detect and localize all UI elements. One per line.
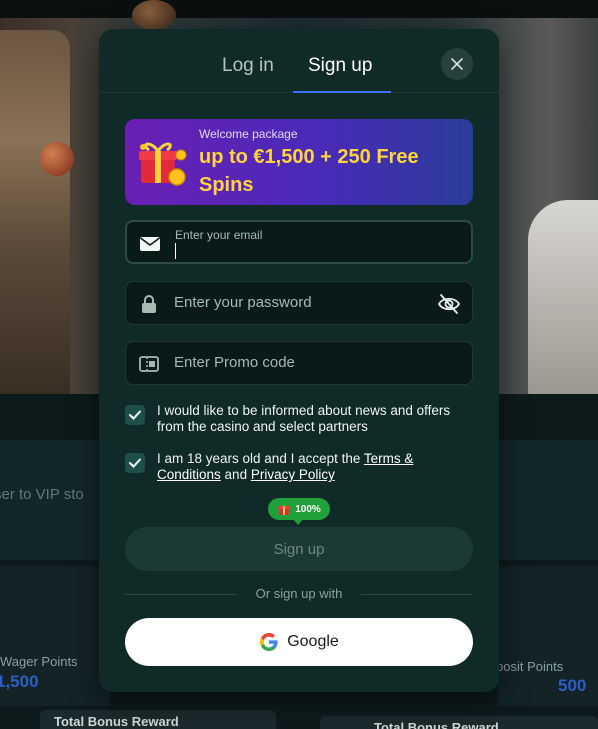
welcome-package-offer: up to €1,500 + 250 Free Spins: [199, 146, 419, 196]
password-placeholder: Enter your password: [174, 294, 312, 311]
newsletter-consent-text: I would like to be informed about news a…: [157, 403, 451, 434]
badge-pointer: [292, 518, 304, 525]
email-field[interactable]: Enter your email: [125, 220, 473, 264]
terms-checkbox[interactable]: [125, 453, 145, 473]
page-top-bar: [0, 0, 598, 18]
terms-consent-text: I am 18 years old and I accept the Terms…: [157, 451, 457, 483]
bonus-progress-badge: 100%: [268, 498, 330, 520]
hero-coin-decoration: [132, 0, 176, 30]
tab-signup[interactable]: Sign up: [308, 55, 372, 77]
eye-off-icon[interactable]: [436, 291, 462, 317]
deposit-points-label: posit Points: [496, 659, 564, 674]
social-divider: Or sign up with: [125, 585, 473, 603]
bonus-progress-value: 100%: [295, 503, 321, 515]
total-bonus-reward-left: Total Bonus Reward: [40, 710, 276, 729]
checkmark-icon: [129, 458, 141, 468]
ticket-icon: [139, 356, 159, 372]
vip-card-right: [498, 440, 598, 560]
google-button-label: Google: [287, 633, 339, 650]
google-signup-button[interactable]: Google: [125, 618, 473, 666]
promo-code-placeholder: Enter Promo code: [174, 354, 295, 371]
envelope-icon: [140, 237, 160, 251]
hero-ball-decoration: [40, 142, 74, 176]
text-caret: [175, 243, 176, 259]
promo-code-field[interactable]: Enter Promo code: [125, 341, 473, 385]
wager-points-value: 1,500: [0, 672, 39, 691]
hero-left-decoration: [0, 30, 70, 394]
terms-text-prefix: I am 18 years old and I accept the: [157, 451, 364, 466]
active-tab-indicator: [293, 91, 391, 93]
signup-modal: Log in Sign up Welcome package up to €1,…: [99, 29, 499, 692]
hero-right-figure: [528, 200, 598, 394]
email-field-label: Enter your email: [175, 228, 263, 242]
welcome-package-label: Welcome package: [199, 127, 298, 141]
google-icon: [260, 633, 278, 651]
close-icon: [451, 58, 463, 70]
vip-heading: ser to VIP sto: [0, 486, 84, 503]
lock-icon: [142, 295, 156, 313]
deposit-points-value: 500: [558, 676, 587, 695]
divider-line-right: [361, 594, 473, 595]
password-field[interactable]: Enter your password: [125, 281, 473, 325]
newsletter-checkbox[interactable]: [125, 405, 145, 425]
terms-text-mid: and: [220, 467, 251, 482]
gift-icon: [139, 142, 187, 186]
close-button[interactable]: [441, 48, 473, 80]
signup-submit-button[interactable]: Sign up: [125, 527, 473, 571]
total-bonus-reward-right: Total Bonus Reward: [320, 716, 598, 729]
wager-points-label: Wager Points: [0, 654, 78, 669]
auth-tabs: Log in Sign up: [99, 29, 499, 93]
welcome-package-banner: Welcome package up to €1,500 + 250 Free …: [125, 119, 473, 205]
tab-login[interactable]: Log in: [222, 55, 274, 77]
gift-icon: [278, 506, 291, 515]
checkmark-icon: [129, 410, 141, 420]
privacy-policy-link[interactable]: Privacy Policy: [251, 467, 335, 482]
